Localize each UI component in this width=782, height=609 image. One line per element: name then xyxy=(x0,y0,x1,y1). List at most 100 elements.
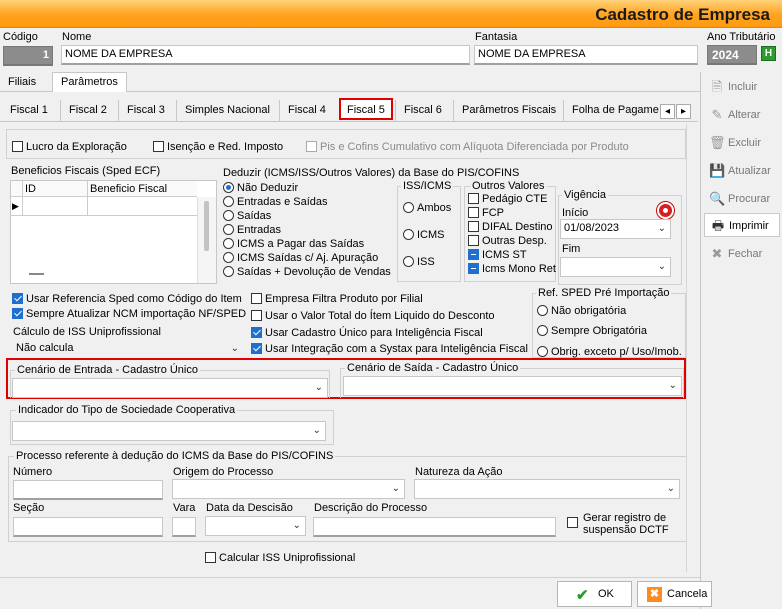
isencao-checkbox[interactable] xyxy=(153,140,164,152)
tab-fiscal-6[interactable]: Fiscal 6 xyxy=(395,100,450,122)
checkbox-icon[interactable] xyxy=(468,206,479,218)
calcular-iss-check[interactable]: Calcular ISS Uniprofissional xyxy=(205,551,355,564)
fim-date[interactable]: ⌄ xyxy=(560,257,671,277)
chevron-down-icon[interactable]: ⌄ xyxy=(315,382,323,393)
alterar-button[interactable]: ✎ Alterar xyxy=(704,103,780,127)
radio-icon[interactable] xyxy=(403,228,414,240)
tab-parametros[interactable]: Parâmetros xyxy=(52,72,127,92)
chevron-down-icon[interactable]: ⌄ xyxy=(669,380,677,391)
tab-fiscal-4[interactable]: Fiscal 4 xyxy=(279,100,334,122)
usar-ref-check[interactable]: Usar Referencia Sped como Código do Item xyxy=(12,292,242,305)
outros-fcp[interactable]: FCP xyxy=(468,206,504,219)
cenario-saida-select[interactable]: ⌄ xyxy=(343,376,682,396)
tab-scroll-right-icon[interactable]: ▸ xyxy=(676,104,691,119)
radio-icon[interactable] xyxy=(223,237,234,249)
natureza-select[interactable]: ⌄ xyxy=(414,479,680,499)
checkbox-icon[interactable] xyxy=(567,516,578,528)
radio-icon[interactable] xyxy=(223,209,234,221)
deduzir-opt-6[interactable]: Saídas + Devolução de Vendas xyxy=(223,265,391,278)
imprimir-button[interactable]: 🖶 Imprimir xyxy=(704,213,780,237)
incluir-button[interactable]: 🗎 Incluir xyxy=(704,75,780,99)
lucro-checkbox[interactable] xyxy=(12,140,23,152)
deduzir-opt-0[interactable]: Não Deduzir xyxy=(223,181,298,194)
ref-sped-opt-1[interactable]: Sempre Obrigatória xyxy=(537,324,647,337)
pis-cofins-check[interactable]: Pis e Cofins Cumulativo com Alíquota Dif… xyxy=(306,140,629,153)
cenario-entrada-select[interactable]: ⌄ xyxy=(12,378,328,398)
secao-field[interactable] xyxy=(13,517,163,537)
origem-select[interactable]: ⌄ xyxy=(172,479,405,499)
tab-scroll-left-icon[interactable]: ◂ xyxy=(660,104,675,119)
radio-icon[interactable] xyxy=(223,265,234,277)
outros-icms-st[interactable]: ICMS ST xyxy=(468,248,527,261)
radio-icon[interactable] xyxy=(403,255,414,267)
tab-fiscal-5[interactable]: Fiscal 5 xyxy=(339,98,393,120)
checkbox-icon[interactable] xyxy=(468,234,479,246)
calc-iss-select[interactable]: Não calcula ⌄ xyxy=(13,340,243,360)
checkbox-icon[interactable] xyxy=(12,292,23,304)
tab-simples-nacional[interactable]: Simples Nacional xyxy=(176,100,278,122)
chevron-down-icon[interactable]: ⌄ xyxy=(658,223,666,234)
radio-icon[interactable] xyxy=(223,223,234,235)
radio-icon[interactable] xyxy=(223,195,234,207)
radio-icon[interactable] xyxy=(223,181,234,193)
iss-icms-icms[interactable]: ICMS xyxy=(403,228,445,241)
codigo-field[interactable]: 1 xyxy=(3,46,53,66)
checkbox-icon[interactable] xyxy=(468,262,479,274)
outros-icms-mono[interactable]: Icms Mono Ret xyxy=(468,262,556,275)
ref-sped-opt-2[interactable]: Obrig. exceto p/ Uso/Imob. xyxy=(537,346,684,358)
chevron-down-icon[interactable]: ⌄ xyxy=(392,483,400,494)
vara-field[interactable] xyxy=(172,517,196,537)
tab-fiscal-3[interactable]: Fiscal 3 xyxy=(118,100,173,122)
checkbox-icon[interactable] xyxy=(468,220,479,232)
checkbox-icon[interactable] xyxy=(251,342,262,354)
deduzir-opt-1[interactable]: Entradas e Saídas xyxy=(223,195,328,208)
grid-hscroll-thumb[interactable] xyxy=(29,273,44,275)
radio-icon[interactable] xyxy=(223,251,234,263)
data-select[interactable]: ⌄ xyxy=(205,516,306,536)
cooperativa-select[interactable]: ⌄ xyxy=(12,421,326,441)
pis-cofins-checkbox[interactable] xyxy=(306,140,317,152)
tab-fiscal-2[interactable]: Fiscal 2 xyxy=(60,100,115,122)
tab-fiscal-1[interactable]: Fiscal 1 xyxy=(2,100,56,122)
outros-difal[interactable]: DIFAL Destino xyxy=(468,220,553,233)
deduzir-opt-5[interactable]: ICMS Saídas c/ Aj. Apuração xyxy=(223,251,378,264)
help-button[interactable]: H xyxy=(761,46,776,61)
isencao-check[interactable]: Isenção e Red. Imposto xyxy=(153,140,283,153)
ok-button[interactable]: ✔ OK xyxy=(557,581,632,607)
outros-desp[interactable]: Outras Desp. xyxy=(468,234,547,247)
grid-scroll-thumb[interactable] xyxy=(204,201,209,251)
beneficios-grid[interactable]: ID Beneficio Fiscal ▶ xyxy=(10,180,217,284)
checkbox-icon[interactable] xyxy=(468,192,479,204)
radio-icon[interactable] xyxy=(403,201,414,213)
sempre-ncm-check[interactable]: Sempre Atualizar NCM importação NF/SPED xyxy=(12,307,246,320)
numero-field[interactable] xyxy=(13,480,163,500)
checkbox-icon[interactable] xyxy=(468,248,479,260)
cadastro-unico-check[interactable]: Usar Cadastro Único para Inteligência Fi… xyxy=(251,326,483,339)
cancel-button[interactable]: ✖ Cancela xyxy=(637,581,712,607)
deduzir-opt-2[interactable]: Saídas xyxy=(223,209,271,222)
chevron-down-icon[interactable]: ⌄ xyxy=(231,343,239,354)
nome-field[interactable]: NOME DA EMPRESA xyxy=(61,45,470,65)
inicio-date[interactable]: 01/08/2023 ⌄ xyxy=(560,219,671,239)
excluir-button[interactable]: 🗑 Excluir xyxy=(704,131,780,155)
tab-parametros-fiscais[interactable]: Parâmetros Fiscais xyxy=(453,100,564,122)
grid-scrollbar[interactable] xyxy=(197,197,216,283)
fechar-button[interactable]: ✖ Fechar xyxy=(704,242,780,266)
radio-icon[interactable] xyxy=(537,346,548,357)
procurar-button[interactable]: 🔍 Procurar xyxy=(704,187,780,211)
valor-total-check[interactable]: Usar o Valor Total do Ítem Liquido do De… xyxy=(251,309,495,322)
checkbox-icon[interactable] xyxy=(251,309,262,321)
checkbox-icon[interactable] xyxy=(251,292,262,304)
chevron-down-icon[interactable]: ⌄ xyxy=(293,520,301,531)
integracao-check[interactable]: Usar Integração com a Systax para Inteli… xyxy=(251,342,528,355)
filtra-check[interactable]: Empresa Filtra Produto por Filial xyxy=(251,292,423,305)
chevron-down-icon[interactable]: ⌄ xyxy=(313,425,321,436)
radio-icon[interactable] xyxy=(537,324,548,336)
content-scrollbar[interactable] xyxy=(686,124,698,572)
outros-pedagio[interactable]: Pedágio CTE xyxy=(468,192,547,205)
lucro-check[interactable]: Lucro da Exploração xyxy=(12,140,127,153)
chevron-down-icon[interactable]: ⌄ xyxy=(667,483,675,494)
iss-icms-ambos[interactable]: Ambos xyxy=(403,201,451,214)
radio-icon[interactable] xyxy=(537,304,548,316)
checkbox-icon[interactable] xyxy=(12,307,23,319)
